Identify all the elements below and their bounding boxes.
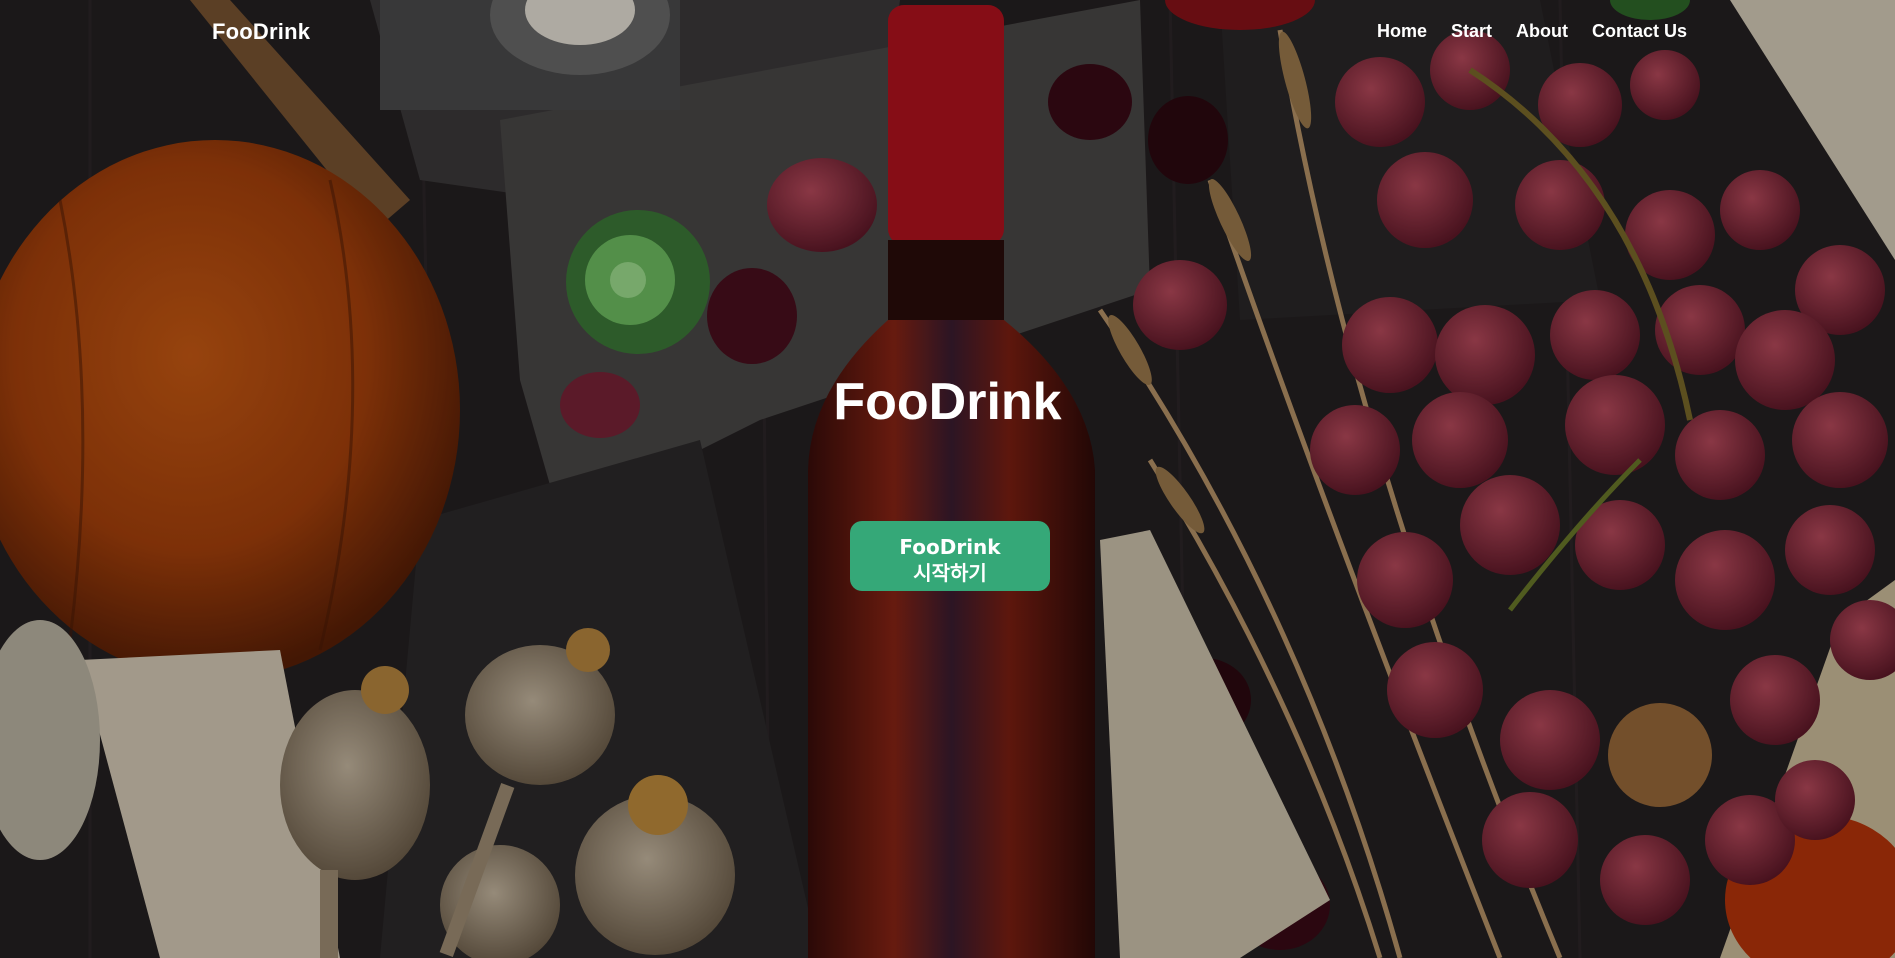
- brand-logo-link[interactable]: FooDrink: [212, 19, 310, 45]
- hero-section: FooDrink Home Start About Contact Us Foo…: [0, 0, 1895, 958]
- nav-links: Home Start About Contact Us: [1377, 21, 1687, 42]
- hero-title: FooDrink: [833, 373, 1062, 431]
- top-navbar: FooDrink Home Start About Contact Us: [0, 0, 1895, 66]
- nav-link-start[interactable]: Start: [1451, 21, 1492, 42]
- start-foodrink-button[interactable]: FooDrink 시작하기: [850, 521, 1050, 591]
- start-button-line2: 시작하기: [913, 560, 987, 585]
- nav-link-contact-us[interactable]: Contact Us: [1592, 21, 1687, 42]
- start-button-line1: FooDrink: [899, 534, 1001, 559]
- dark-overlay: [0, 0, 1895, 958]
- nav-link-about[interactable]: About: [1516, 21, 1568, 42]
- nav-link-home[interactable]: Home: [1377, 21, 1427, 42]
